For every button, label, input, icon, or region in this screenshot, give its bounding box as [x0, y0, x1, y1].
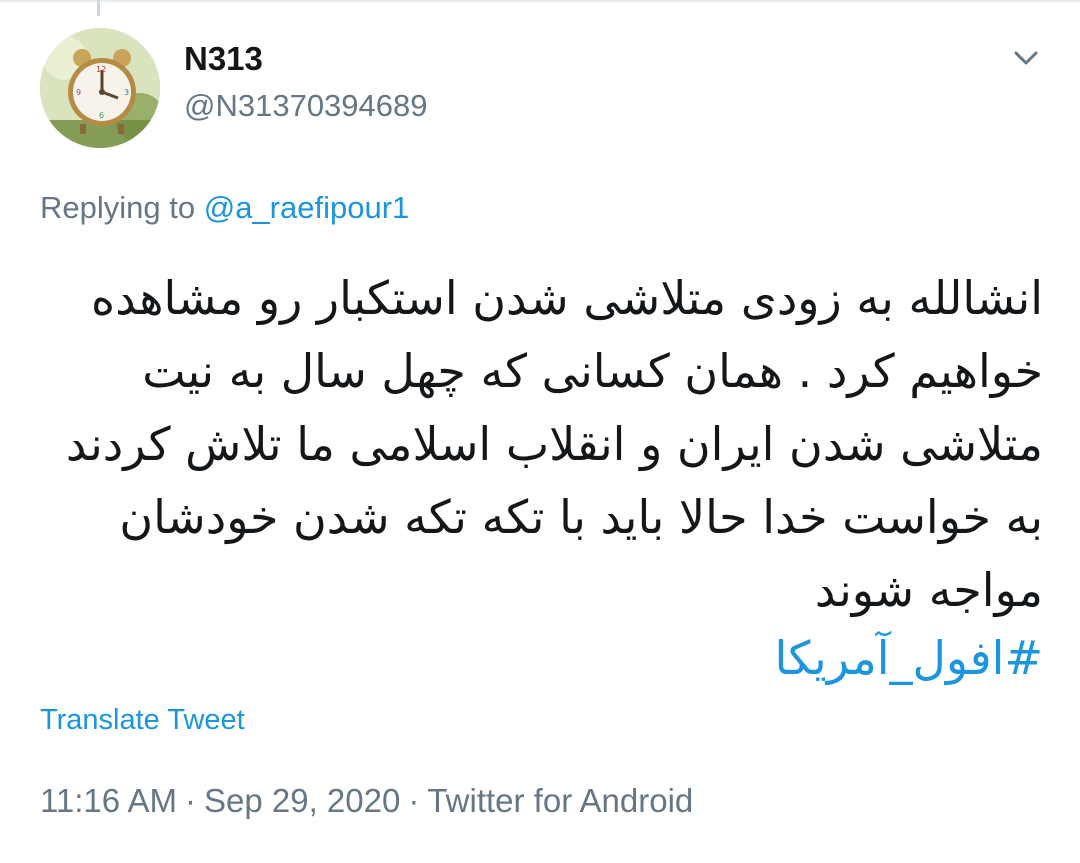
display-name[interactable]: N313 — [184, 40, 263, 78]
tweet-menu-button[interactable] — [1008, 40, 1044, 76]
user-handle[interactable]: @N31370394689 — [184, 88, 428, 124]
replying-to-mention-link[interactable]: @a_raefipour1 — [204, 190, 410, 225]
hashtag-link[interactable]: #افول_آمریکا — [40, 622, 1043, 695]
svg-text:3: 3 — [124, 88, 129, 97]
svg-text:9: 9 — [76, 88, 81, 97]
avatar[interactable]: 12 3 6 9 — [40, 28, 160, 148]
svg-text:6: 6 — [99, 111, 104, 120]
tweet-time[interactable]: 11:16 AM — [40, 782, 177, 819]
tweet-metadata: 11:16 AM · Sep 29, 2020 · Twitter for Androi… — [40, 782, 693, 820]
metadata-separator: · — [408, 782, 420, 819]
translate-tweet-link[interactable]: Translate Tweet — [40, 704, 245, 737]
alarm-clock-avatar-icon: 12 3 6 9 — [40, 28, 160, 148]
tweet-date[interactable]: Sep 29, 2020 — [204, 782, 400, 819]
replying-to-label: Replying to — [40, 190, 196, 225]
tweet-body-text: انشالله به زودی متلاشی شدن استکبار رو مش… — [65, 271, 1043, 617]
replying-to-line: Replying to @a_raefipour1 — [40, 190, 409, 226]
metadata-separator: · — [184, 782, 196, 819]
svg-text:12: 12 — [96, 65, 106, 74]
chevron-down-icon — [1014, 51, 1038, 65]
tweet-source: Twitter for Android — [427, 782, 694, 819]
thread-connector-line — [97, 0, 100, 16]
top-divider — [0, 0, 1080, 2]
